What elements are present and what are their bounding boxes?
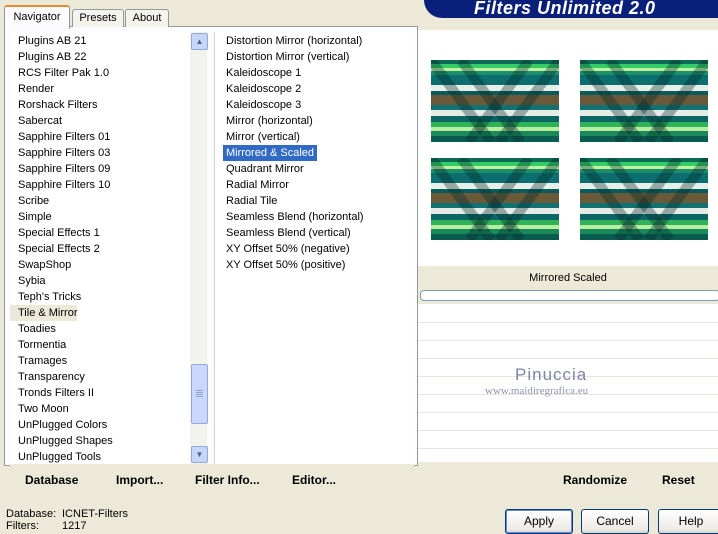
current-filter-name: Mirrored Scaled <box>418 266 718 288</box>
randomize-button[interactable]: Randomize <box>563 473 627 487</box>
filters-count-value: 1217 <box>62 520 87 532</box>
filter-list-item[interactable]: Kaleidoscope 3 <box>223 97 304 113</box>
filter-list-item[interactable]: Radial Tile <box>223 193 280 209</box>
category-list-item[interactable]: Rorshack Filters <box>10 97 97 113</box>
category-list-item[interactable]: Tronds Filters II <box>10 385 94 401</box>
filter-list-item[interactable]: Kaleidoscope 1 <box>223 65 304 81</box>
category-list-item[interactable]: Sapphire Filters 10 <box>10 177 110 193</box>
preset-actions: Randomize Reset <box>418 464 718 492</box>
category-list-item[interactable]: UnPlugged Tools <box>10 449 101 464</box>
status-area: Database: ICNET-Filters Filters: 1217 <box>6 508 128 532</box>
tab-about[interactable]: About <box>125 9 169 27</box>
chevron-down-icon[interactable]: ▼ <box>191 446 208 463</box>
category-list-item[interactable]: Simple <box>10 209 52 225</box>
category-list-item[interactable]: UnPlugged Shapes <box>10 433 113 449</box>
app-title: Filters Unlimited 2.0 <box>474 0 656 18</box>
category-list-item[interactable]: Sabercat <box>10 113 62 129</box>
category-list-item[interactable]: Two Moon <box>10 401 69 417</box>
list-actions: Database Import... Filter Info... Editor… <box>10 464 414 492</box>
category-list-item[interactable]: Scribe <box>10 193 49 209</box>
database-button[interactable]: Database <box>25 473 78 487</box>
filter-list-item[interactable]: Mirror (horizontal) <box>223 113 316 129</box>
category-list-item[interactable]: Render <box>10 81 54 97</box>
cancel-button[interactable]: Cancel <box>581 509 649 534</box>
category-list-item[interactable]: RCS Filter Pak 1.0 <box>10 65 109 81</box>
apply-button[interactable]: Apply <box>505 509 573 534</box>
category-list-item[interactable]: Sapphire Filters 09 <box>10 161 110 177</box>
category-list-item[interactable]: Special Effects 2 <box>10 241 100 257</box>
category-list[interactable]: Plugins AB 21 Plugins AB 22 RCS Filter Pak… <box>10 32 192 464</box>
filter-list-item[interactable]: XY Offset 50% (positive) <box>223 257 348 273</box>
preview-thumbnail <box>580 158 708 240</box>
filter-info-button[interactable]: Filter Info... <box>195 473 260 487</box>
watermark-url: www.maidiregrafica.eu <box>485 385 589 397</box>
category-list-item[interactable]: Toadies <box>10 321 56 337</box>
filter-list-item[interactable]: Mirror (vertical) <box>223 129 303 145</box>
category-list-item[interactable]: SwapShop <box>10 257 71 273</box>
category-list-item[interactable]: Plugins AB 22 <box>10 49 87 65</box>
preview-thumbnail <box>431 158 559 240</box>
database-label: Database: <box>6 508 57 520</box>
parameter-slider[interactable] <box>420 290 718 301</box>
category-list-item[interactable]: Special Effects 1 <box>10 225 100 241</box>
filter-list-item[interactable]: Radial Mirror <box>223 177 292 193</box>
category-list-item[interactable]: UnPlugged Colors <box>10 417 107 433</box>
reset-button[interactable]: Reset <box>662 473 695 487</box>
filter-list[interactable]: Distortion Mirror (horizontal) Distortion… <box>214 32 415 464</box>
import-button[interactable]: Import... <box>116 473 163 487</box>
help-button[interactable]: Help <box>658 509 718 534</box>
preview-area <box>418 30 718 266</box>
filter-list-item[interactable]: Quadrant Mirror <box>223 161 307 177</box>
category-list-item[interactable]: Sapphire Filters 01 <box>10 129 110 145</box>
tab-presets[interactable]: Presets <box>72 9 124 27</box>
preview-thumbnail <box>431 60 559 142</box>
filter-list-item[interactable]: Mirrored & Scaled <box>223 145 318 161</box>
category-list-item[interactable]: Sybia <box>10 273 46 289</box>
filter-list-item[interactable]: Seamless Blend (vertical) <box>223 225 354 241</box>
preview-thumbnail <box>580 60 708 142</box>
filter-list-item[interactable]: Distortion Mirror (horizontal) <box>223 33 365 49</box>
editor-button[interactable]: Editor... <box>292 473 336 487</box>
category-list-item[interactable]: Plugins AB 21 <box>10 33 87 49</box>
chevron-up-icon[interactable]: ▲ <box>191 33 208 50</box>
category-list-item[interactable]: Sapphire Filters 03 <box>10 145 110 161</box>
category-list-item[interactable]: Tile & Mirror <box>10 305 78 321</box>
tab-navigator[interactable]: Navigator <box>4 5 70 29</box>
scrollbar-thumb[interactable] <box>191 364 208 424</box>
filter-list-item[interactable]: XY Offset 50% (negative) <box>223 241 353 257</box>
category-list-item[interactable]: Tramages <box>10 353 67 369</box>
filter-list-item[interactable]: Seamless Blend (horizontal) <box>223 209 367 225</box>
filter-list-item[interactable]: Kaleidoscope 2 <box>223 81 304 97</box>
filters-count-label: Filters: <box>6 520 39 532</box>
category-scrollbar[interactable]: ▲ ▼ <box>190 32 208 464</box>
category-list-item[interactable]: Transparency <box>10 369 85 385</box>
database-value: ICNET-Filters <box>62 508 128 520</box>
category-list-item[interactable]: Tormentia <box>10 337 66 353</box>
category-list-item[interactable]: Teph's Tricks <box>10 289 81 305</box>
filter-list-item[interactable]: Distortion Mirror (vertical) <box>223 49 352 65</box>
watermark-title: Pinuccia <box>515 365 588 384</box>
